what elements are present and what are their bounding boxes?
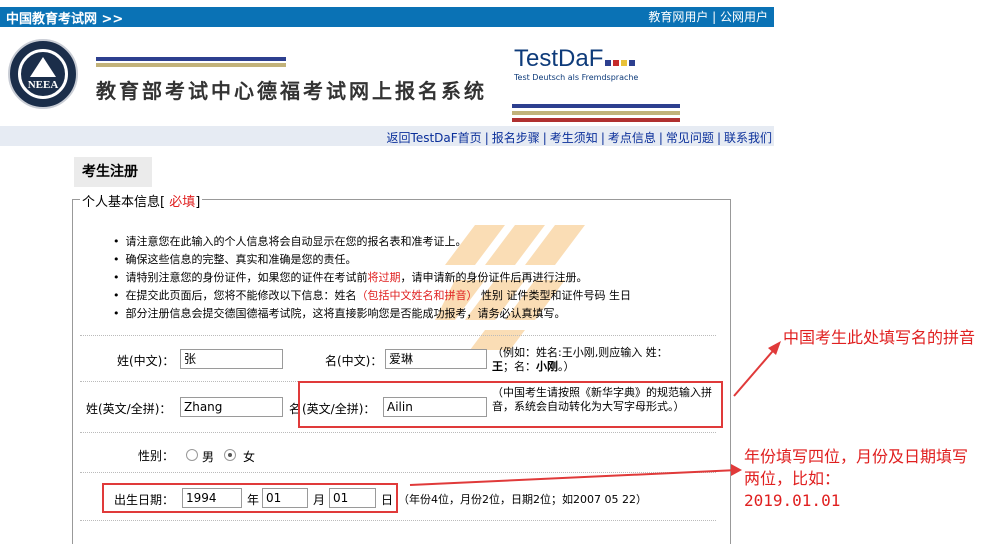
surname-cn-label: 姓(中文)： [117,354,175,368]
dob-day-unit: 日 [381,493,394,507]
nav-faq-link[interactable]: 常见问题 [666,131,714,145]
nav-contact-link[interactable]: 联系我们 [724,131,772,145]
neea-logo: NEEA [8,39,78,109]
testdaf-logo: TestDaF Test Deutsch als Fremdsprache [514,45,639,82]
top-bar: 中国教育考试网 >> 教育网用户 | 公网用户 [0,7,774,27]
notice-list: 请注意您在此输入的个人信息将会自动显示在您的报名表和准考证上。 确保这些信息的完… [113,233,632,323]
dob-year-unit: 年 [247,493,260,507]
gender-male-label: 男 [202,450,215,464]
nav-home-link[interactable]: 返回TestDaF首页 [387,131,482,145]
given-cn-input[interactable]: 爱琳 [385,349,487,369]
list-item: 确保这些信息的完整、真实和准确是您的责任。 [113,251,631,269]
banner: NEEA 教育部考试中心德福考试网上报名系统 TestDaF Test Deut… [0,27,774,125]
gender-female-label: 女 [243,450,256,464]
gender-female-radio[interactable] [224,449,236,461]
dob-month-input[interactable]: 01 [262,488,308,508]
dob-year-input[interactable]: 1994 [182,488,242,508]
surname-en-input[interactable]: Zhang [180,397,283,417]
list-item: 在提交此页面后，您将不能修改以下信息：姓名（包括中文姓名和拼音） 性别 证件类型… [113,287,632,305]
list-item: 请注意您在此输入的个人信息将会自动显示在您的报名表和准考证上。 [113,233,631,251]
dob-label: 出生日期： [114,493,175,507]
list-item: 部分注册信息会提交德国德福考试院，这将直接影响您是否能成功报考，请务必认真填写。 [113,305,631,323]
nav-centers-link[interactable]: 考点信息 [608,131,656,145]
name-cn-hint: （例如：姓名:王小刚,则应输入 姓： 王；名：小刚。） [492,346,668,373]
surname-en-label: 姓(英文/全拼)： [86,402,172,416]
surname-cn-input[interactable]: 张 [180,349,283,369]
dob-hint: （年份4位，月份2位，日期2位；如2007 05 22） [398,493,647,506]
pinyin-highlight-box [298,381,723,428]
top-nav: 返回TestDaF首页 | 报名步骤 | 考生须知 | 考点信息 | 常见问题 | 联系我们 [0,126,774,146]
dob-day-input[interactable]: 01 [329,488,376,508]
pinyin-annotation: 中国考生此处填写名的拼音 [783,328,976,347]
site-home-link[interactable]: 中国教育考试网 >> [6,8,123,27]
nav-steps-link[interactable]: 报名步骤 [492,131,540,145]
section-title: 考生注册 [74,157,152,187]
nav-notice-link[interactable]: 考生须知 [550,131,598,145]
fieldset-legend: 个人基本信息[ 必填] [80,191,203,210]
gender-male-radio[interactable] [186,449,198,461]
system-title: 教育部考试中心德福考试网上报名系统 [96,79,487,103]
user-type-links[interactable]: 教育网用户 | 公网用户 [648,8,768,25]
date-annotation: 年份填写四位，月份及日期填写两位，比如： 2019.01.01 [744,447,969,510]
list-item: 请特别注意您的身份证件，如果您的证件在考试前将过期，请申请新的身份证件后再进行注… [113,269,631,287]
gender-label: 性别： [138,449,175,463]
given-cn-label: 名(中文)： [325,354,383,368]
dob-month-unit: 月 [313,493,326,507]
